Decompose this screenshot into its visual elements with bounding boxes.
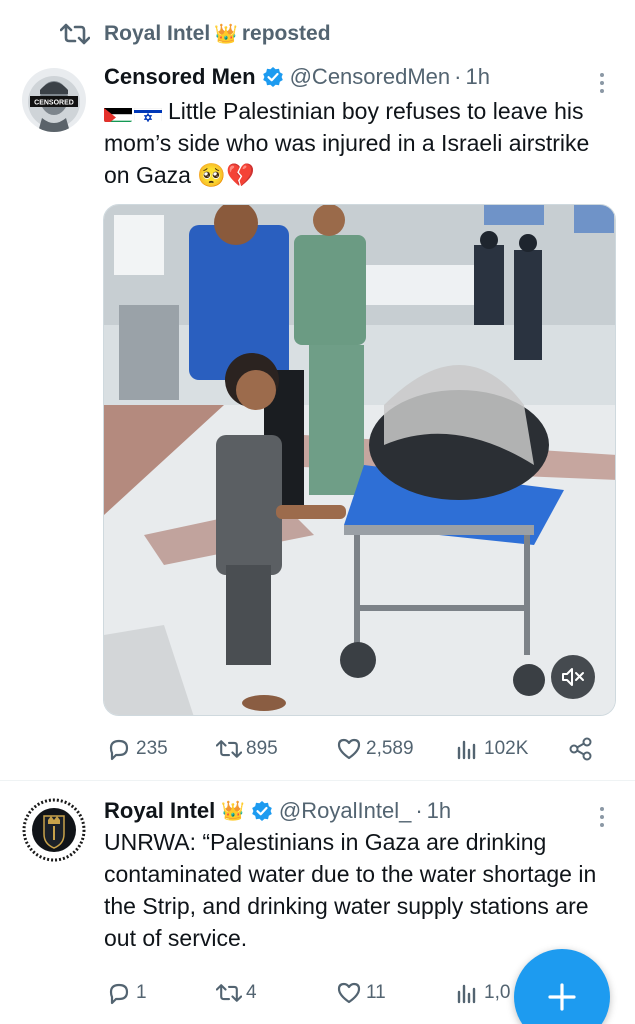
like-button[interactable]: 11 (336, 978, 386, 1008)
separator-dot: · (454, 64, 462, 89)
views-count: 102K (484, 738, 529, 759)
views-button[interactable]: 102K (454, 734, 528, 764)
tweet-divider (0, 780, 635, 781)
like-button[interactable]: 2,589 (336, 734, 414, 764)
tweet-video[interactable] (103, 204, 616, 716)
reply-count: 1 (136, 982, 147, 1003)
like-icon (337, 982, 361, 1004)
tweet-text-container: Little Palestinian boy refuses to leave … (104, 95, 604, 191)
reply-count: 235 (136, 738, 168, 759)
tweet-censored-men[interactable]: CENSORED Censored Men @CensoredMen · 1h (0, 58, 635, 780)
handle[interactable]: @RoyalIntel_ (279, 798, 411, 824)
views-icon (457, 984, 476, 1004)
repost-count: 4 (246, 982, 257, 1003)
tweet-header: Royal Intel 👑 @RoyalIntel_ · 1h (104, 798, 451, 824)
avatar-text: CENSORED (34, 100, 74, 107)
repost-user-name: Royal Intel (104, 22, 211, 45)
repost-context[interactable]: Royal Intel 👑 reposted (60, 20, 331, 48)
palestine-flag-icon (104, 103, 132, 122)
views-icon (457, 740, 476, 760)
like-count: 11 (366, 982, 386, 1003)
israel-flag-icon (134, 103, 162, 122)
video-frame (104, 205, 615, 715)
reply-button[interactable]: 235 (106, 734, 168, 764)
reply-icon (109, 983, 129, 1005)
repost-icon (60, 23, 90, 45)
views-button[interactable]: 1,0 (454, 978, 510, 1008)
mute-button[interactable] (551, 655, 595, 699)
verified-badge-icon (262, 67, 283, 87)
mute-icon (562, 668, 584, 686)
display-name[interactable]: Censored Men (104, 64, 256, 90)
repost-suffix: reposted (241, 22, 331, 45)
views-count: 1,0 (484, 982, 511, 1003)
display-name[interactable]: Royal Intel (104, 798, 215, 824)
like-icon (337, 738, 361, 760)
crown-emoji-icon: 👑 (221, 801, 245, 822)
flag-icons (104, 103, 162, 122)
tweet-actions: 235 895 2,589 102K (104, 734, 604, 764)
repost-icon (216, 740, 242, 758)
tweet-text: Little Palestinian boy refuses to leave … (104, 98, 590, 188)
repost-button[interactable]: 4 (216, 978, 257, 1008)
verified-badge-icon (252, 801, 272, 821)
timestamp[interactable]: 1h (465, 64, 489, 90)
repost-button[interactable]: 895 (216, 734, 278, 764)
tweet-header: Censored Men @CensoredMen · 1h (104, 64, 490, 90)
more-options-icon[interactable] (595, 70, 609, 96)
share-icon (569, 737, 592, 761)
avatar-image (22, 798, 86, 862)
timestamp[interactable]: 1h (427, 798, 451, 824)
crown-emoji-icon: 👑 (214, 24, 238, 45)
avatar[interactable]: CENSORED (22, 68, 86, 132)
avatar-image: CENSORED (22, 68, 86, 132)
repost-count: 895 (246, 738, 278, 759)
like-count: 2,589 (366, 738, 414, 759)
share-button[interactable] (568, 734, 598, 764)
handle[interactable]: @CensoredMen (290, 64, 451, 90)
reply-icon (109, 739, 129, 761)
compose-plus-icon (548, 983, 576, 1011)
avatar[interactable] (22, 798, 86, 862)
separator-dot: · (415, 798, 423, 823)
repost-icon (216, 984, 242, 1002)
reply-button[interactable]: 1 (106, 978, 147, 1008)
tweet-text: UNRWA: “Palestinians in Gaza are drinkin… (104, 829, 597, 951)
